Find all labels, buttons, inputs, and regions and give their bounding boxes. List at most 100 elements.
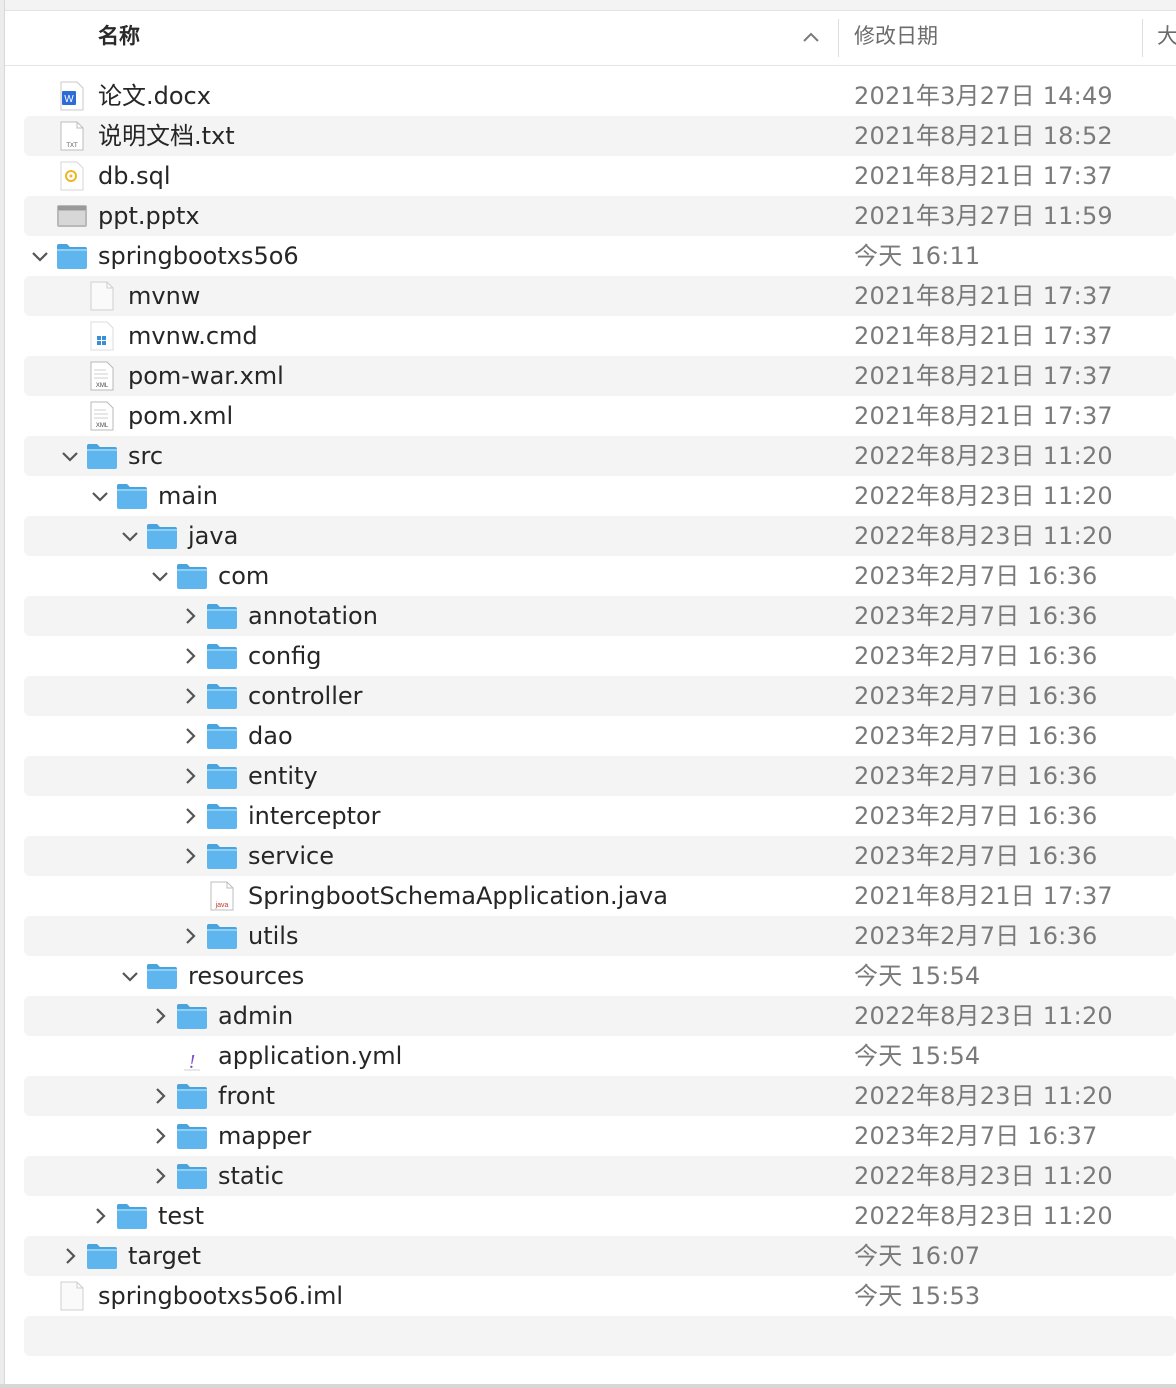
folder-row[interactable]: resources 今天 15:54	[24, 956, 1176, 996]
folder-icon	[176, 1081, 208, 1111]
folder-row[interactable]: mapper 2023年2月7日 16:37	[24, 1116, 1176, 1156]
folder-row[interactable]: src 2022年8月23日 11:20	[24, 436, 1176, 476]
modified-date: 今天 16:07	[854, 1242, 981, 1270]
modified-date: 2021年8月21日 17:37	[854, 322, 1113, 350]
chevron-down-icon[interactable]	[60, 446, 80, 466]
folder-row[interactable]: admin 2022年8月23日 11:20	[24, 996, 1176, 1036]
txt-icon: TXT	[56, 121, 88, 151]
chevron-right-icon[interactable]	[180, 646, 200, 666]
svg-text:java: java	[215, 902, 229, 909]
folder-row[interactable]: service 2023年2月7日 16:36	[24, 836, 1176, 876]
file-name: src	[128, 442, 164, 470]
folder-icon	[116, 1201, 148, 1231]
file-list: W 论文.docx 2021年3月27日 14:49 TXT 说明文档.txt 2021年…	[24, 76, 1176, 1356]
folder-row[interactable]: controller 2023年2月7日 16:36	[24, 676, 1176, 716]
folder-row[interactable]: target 今天 16:07	[24, 1236, 1176, 1276]
folder-row[interactable]: main 2022年8月23日 11:20	[24, 476, 1176, 516]
folder-row[interactable]: front 2022年8月23日 11:20	[24, 1076, 1176, 1116]
folder-icon	[146, 961, 178, 991]
chevron-down-icon[interactable]	[120, 966, 140, 986]
folder-row[interactable]: annotation 2023年2月7日 16:36	[24, 596, 1176, 636]
file-row[interactable]: ppt.pptx 2021年3月27日 11:59	[24, 196, 1176, 236]
chevron-right-icon[interactable]	[90, 1206, 110, 1226]
modified-date: 2022年8月23日 11:20	[854, 1202, 1113, 1230]
column-divider[interactable]	[1142, 19, 1143, 57]
file-name: config	[248, 642, 322, 670]
file-name: main	[158, 482, 218, 510]
chevron-down-icon[interactable]	[30, 246, 50, 266]
window-top-strip	[0, 0, 1176, 11]
chevron-right-icon[interactable]	[180, 766, 200, 786]
chevron-right-icon[interactable]	[150, 1126, 170, 1146]
chevron-right-icon[interactable]	[180, 686, 200, 706]
modified-date: 2023年2月7日 16:37	[854, 1122, 1098, 1150]
xml-file-icon: XML	[86, 361, 118, 391]
modified-date: 2021年8月21日 17:37	[854, 402, 1113, 430]
modified-date: 2022年8月23日 11:20	[854, 1082, 1113, 1110]
folder-icon	[146, 521, 178, 551]
folder-row[interactable]: java 2022年8月23日 11:20	[24, 516, 1176, 556]
chevron-down-icon[interactable]	[90, 486, 110, 506]
chevron-right-icon[interactable]	[180, 846, 200, 866]
chevron-down-icon[interactable]	[120, 526, 140, 546]
folder-row[interactable]: dao 2023年2月7日 16:36	[24, 716, 1176, 756]
column-header-size[interactable]: 大	[1157, 11, 1176, 65]
file-row[interactable]: mvnw 2021年8月21日 17:37	[24, 276, 1176, 316]
modified-date: 2021年8月21日 17:37	[854, 282, 1113, 310]
file-row[interactable]: ! application.yml 今天 15:54	[24, 1036, 1176, 1076]
chevron-right-icon[interactable]	[180, 806, 200, 826]
chevron-right-icon[interactable]	[180, 606, 200, 626]
file-name: resources	[188, 962, 305, 990]
chevron-right-icon[interactable]	[150, 1166, 170, 1186]
modified-date: 2021年3月27日 11:59	[854, 202, 1113, 230]
file-row[interactable]: mvnw.cmd 2021年8月21日 17:37	[24, 316, 1176, 356]
file-row[interactable]: TXT 说明文档.txt 2021年8月21日 18:52	[24, 116, 1176, 156]
folder-row[interactable]: static 2022年8月23日 11:20	[24, 1156, 1176, 1196]
java-file-icon: java	[206, 881, 238, 911]
file-row[interactable]: java SpringbootSchemaApplication.java 2021…	[24, 876, 1176, 916]
folder-row[interactable]: config 2023年2月7日 16:36	[24, 636, 1176, 676]
file-name: SpringbootSchemaApplication.java	[248, 882, 668, 910]
empty-row	[24, 1316, 1176, 1356]
file-name: springbootxs5o6	[98, 242, 299, 270]
chevron-down-icon[interactable]	[150, 566, 170, 586]
pptx-icon	[56, 201, 88, 231]
column-header-modified[interactable]: 修改日期	[854, 11, 938, 65]
folder-row[interactable]: test 2022年8月23日 11:20	[24, 1196, 1176, 1236]
file-row[interactable]: W 论文.docx 2021年3月27日 14:49	[24, 76, 1176, 116]
file-row[interactable]: springbootxs5o6.iml 今天 15:53	[24, 1276, 1176, 1316]
chevron-right-icon[interactable]	[150, 1006, 170, 1026]
blank-file-icon	[56, 1281, 88, 1311]
modified-date: 今天 15:54	[854, 962, 981, 990]
folder-icon	[206, 641, 238, 671]
folder-row[interactable]: springbootxs5o6 今天 16:11	[24, 236, 1176, 276]
modified-date: 2021年8月21日 17:37	[854, 362, 1113, 390]
folder-row[interactable]: interceptor 2023年2月7日 16:36	[24, 796, 1176, 836]
modified-date: 2023年2月7日 16:36	[854, 682, 1098, 710]
chevron-right-icon[interactable]	[60, 1246, 80, 1266]
modified-date: 今天 16:11	[854, 242, 981, 270]
chevron-right-icon[interactable]	[180, 726, 200, 746]
file-row[interactable]: XML pom.xml 2021年8月21日 17:37	[24, 396, 1176, 436]
file-name: target	[128, 1242, 201, 1270]
folder-row[interactable]: com 2023年2月7日 16:36	[24, 556, 1176, 596]
folder-row[interactable]: entity 2023年2月7日 16:36	[24, 756, 1176, 796]
column-header-name[interactable]: 名称	[98, 11, 140, 65]
folder-icon	[176, 1001, 208, 1031]
file-name: com	[218, 562, 270, 590]
file-name: db.sql	[98, 162, 171, 190]
file-row[interactable]: XML pom-war.xml 2021年8月21日 17:37	[24, 356, 1176, 396]
modified-date: 2023年2月7日 16:36	[854, 762, 1098, 790]
file-row[interactable]: db.sql 2021年8月21日 17:37	[24, 156, 1176, 196]
folder-icon	[206, 721, 238, 751]
folder-row[interactable]: utils 2023年2月7日 16:36	[24, 916, 1176, 956]
chevron-right-icon[interactable]	[150, 1086, 170, 1106]
file-name: static	[218, 1162, 284, 1190]
sort-ascending-icon[interactable]	[802, 11, 820, 65]
svg-text:XML: XML	[96, 423, 109, 429]
chevron-right-icon[interactable]	[180, 926, 200, 946]
file-name: interceptor	[248, 802, 381, 830]
column-divider[interactable]	[838, 19, 839, 57]
cmd-file-icon	[86, 321, 118, 351]
svg-text:XML: XML	[96, 383, 109, 389]
